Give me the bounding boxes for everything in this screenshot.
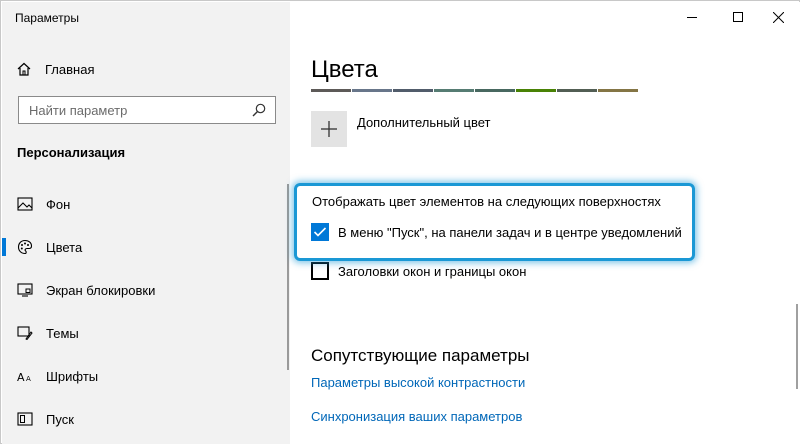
sidebar-item-label: Экран блокировки xyxy=(46,282,156,298)
svg-text:A: A xyxy=(17,371,25,383)
color-swatch[interactable] xyxy=(557,89,597,92)
color-swatch[interactable] xyxy=(352,89,392,92)
sidebar-item-themes[interactable]: Темы xyxy=(2,313,289,353)
color-swatch[interactable] xyxy=(598,89,638,92)
sidebar-item-lock-screen[interactable]: Экран блокировки xyxy=(2,270,289,310)
page-title: Цвета xyxy=(311,56,378,83)
lock-screen-icon xyxy=(16,281,34,299)
sidebar-scrollbar[interactable] xyxy=(287,184,289,370)
sidebar-item-label: Пуск xyxy=(46,411,74,427)
sidebar-item-colors[interactable]: Цвета xyxy=(2,227,289,267)
sidebar-section-title: Персонализация xyxy=(17,145,126,160)
start-icon xyxy=(16,410,34,428)
sidebar-item-label: Темы xyxy=(46,325,79,341)
close-button[interactable] xyxy=(755,2,800,32)
color-swatch[interactable] xyxy=(434,89,474,92)
minimize-button[interactable] xyxy=(669,2,715,32)
content-scrollbar[interactable] xyxy=(796,304,798,389)
color-swatch[interactable] xyxy=(475,89,515,92)
checkbox-titlebars-label: Заголовки окон и границы окон xyxy=(338,263,527,279)
settings-window: Параметры Главная Персонализация Фон Цве… xyxy=(0,0,800,444)
sync-settings-link[interactable]: Синхронизация ваших параметров xyxy=(311,409,522,424)
color-swatch-row xyxy=(311,89,639,92)
color-swatch[interactable] xyxy=(311,89,351,92)
color-swatch[interactable] xyxy=(393,89,433,92)
picture-icon xyxy=(16,195,34,213)
checkbox-titlebars[interactable]: Заголовки окон и границы окон xyxy=(311,261,526,281)
plus-icon xyxy=(321,121,337,137)
custom-color-label[interactable]: Дополнительный цвет xyxy=(357,115,491,130)
sidebar-item-fonts[interactable]: AA Шрифты xyxy=(2,356,289,396)
minimize-icon xyxy=(687,17,697,18)
maximize-icon xyxy=(733,12,743,22)
search-box[interactable] xyxy=(18,96,276,124)
nav-home[interactable]: Главная xyxy=(15,59,94,79)
home-icon xyxy=(15,60,33,78)
font-icon: AA xyxy=(16,367,34,385)
search-icon[interactable] xyxy=(252,103,266,122)
sidebar-item-background[interactable]: Фон xyxy=(2,184,289,224)
search-input[interactable] xyxy=(19,97,239,123)
close-icon xyxy=(772,11,784,23)
palette-icon xyxy=(16,238,34,256)
related-settings-title: Сопутствующие параметры xyxy=(311,346,530,365)
window-title: Параметры xyxy=(15,11,79,25)
sidebar-item-label: Шрифты xyxy=(46,368,99,384)
highlight-frame xyxy=(294,183,695,261)
checkbox-titlebars-box[interactable] xyxy=(311,262,329,280)
sidebar-item-label: Цвета xyxy=(46,239,83,255)
sidebar-item-label: Фон xyxy=(46,196,71,212)
color-swatch[interactable] xyxy=(516,89,556,92)
svg-text:A: A xyxy=(26,375,31,383)
brush-icon xyxy=(16,324,34,342)
sidebar-item-start[interactable]: Пуск xyxy=(2,399,289,439)
high-contrast-link[interactable]: Параметры высокой контрастности xyxy=(311,375,525,390)
add-custom-color-button[interactable] xyxy=(311,111,347,147)
nav-home-label: Главная xyxy=(45,61,95,77)
